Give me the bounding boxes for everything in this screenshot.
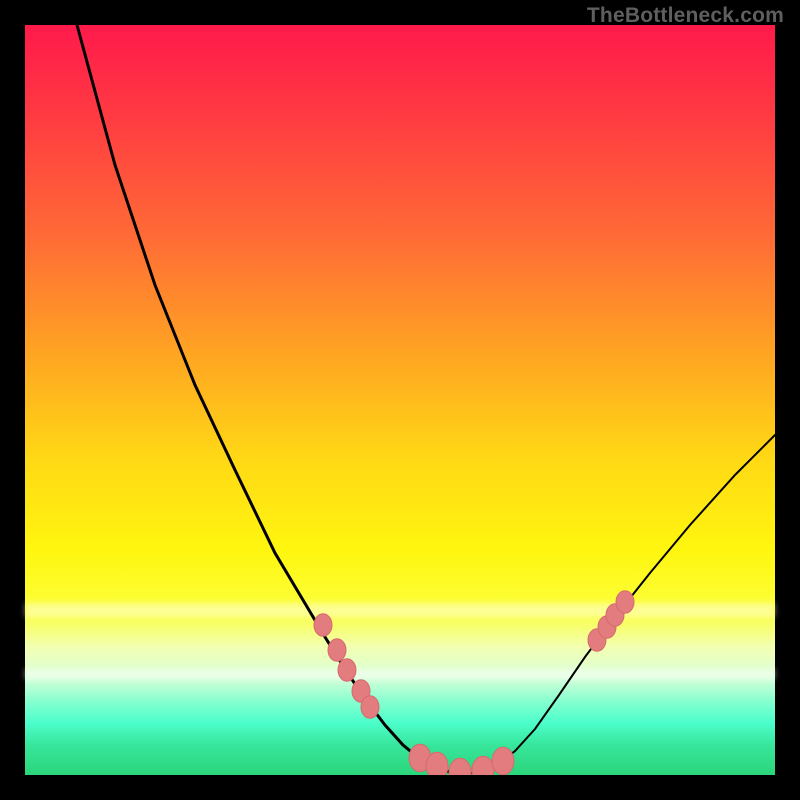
data-marker — [588, 629, 606, 652]
highlight-band — [25, 669, 775, 679]
chart-plot-area — [25, 25, 775, 775]
data-marker — [472, 756, 494, 775]
data-marker — [328, 639, 346, 662]
curve-left-branch — [77, 25, 463, 774]
data-marker — [409, 744, 431, 772]
data-marker — [598, 616, 616, 639]
chart-svg — [25, 25, 775, 775]
data-marker — [492, 747, 514, 775]
data-marker — [352, 680, 370, 703]
data-marker — [361, 696, 379, 719]
data-marker — [449, 758, 471, 775]
data-marker — [426, 752, 448, 775]
data-marker — [314, 614, 332, 637]
highlight-band — [25, 603, 775, 617]
